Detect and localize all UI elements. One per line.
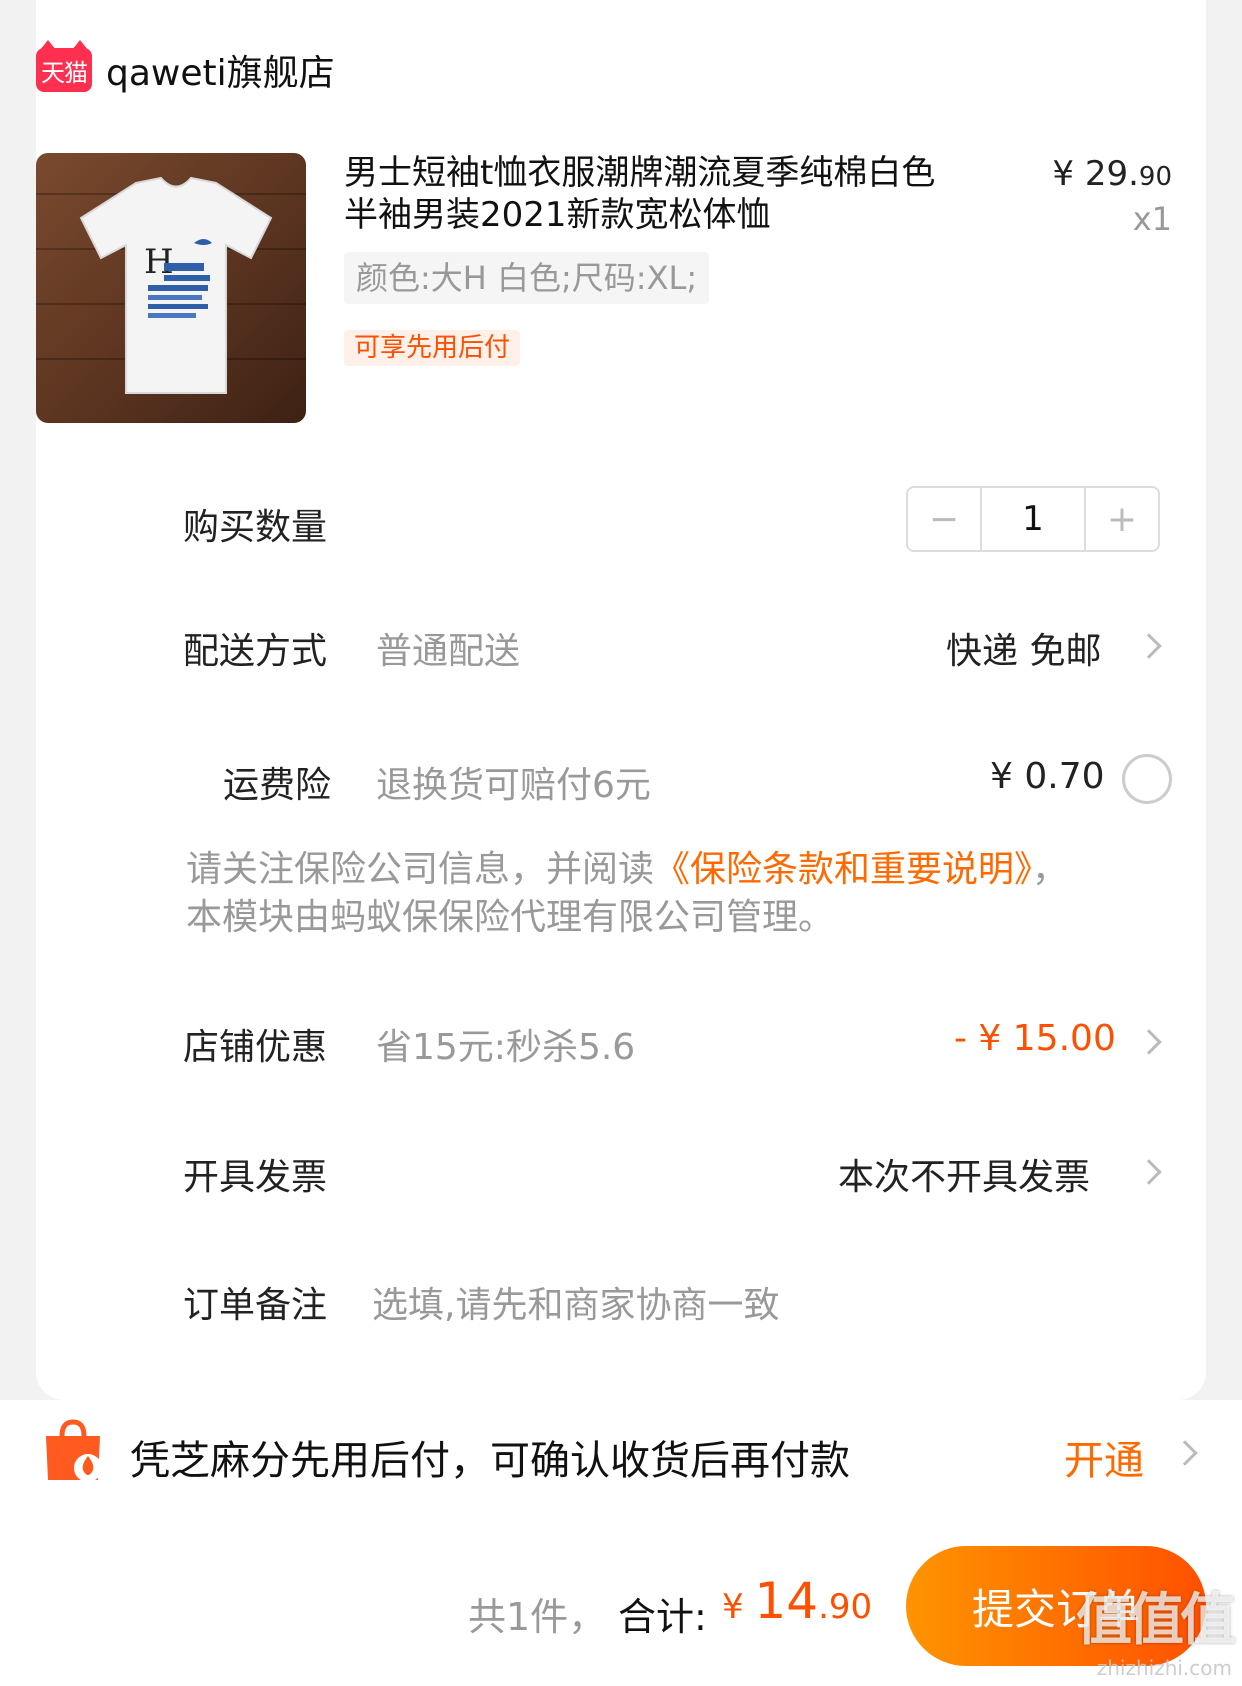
quantity-label: 购买数量: [183, 507, 328, 548]
delivery-value[interactable]: 快递 免邮: [946, 622, 1101, 674]
shopping-bag-icon: [46, 1419, 102, 1482]
note-input[interactable]: 选填,请先和商家协商一致: [372, 1276, 779, 1328]
quantity-stepper: − 1 +: [906, 486, 1160, 552]
total-yen: ¥: [722, 1587, 755, 1627]
product-thumbnail[interactable]: H: [36, 153, 306, 423]
store-header[interactable]: 天猫 qaweti旗舰店: [36, 40, 335, 94]
decrease-button[interactable]: −: [908, 488, 980, 550]
total-price: ¥ 14.90: [722, 1572, 872, 1630]
delivery-label: 配送方式: [183, 631, 328, 672]
tmall-logo: 天猫: [36, 40, 92, 92]
total-int: 14: [754, 1572, 819, 1630]
store-name: qaweti旗舰店: [106, 53, 335, 94]
price-decimal: 90: [1138, 162, 1172, 192]
pay-later-tag: 可享先用后付: [344, 330, 521, 366]
note-label: 订单备注: [183, 1285, 328, 1326]
invoice-value[interactable]: 本次不开具发票: [838, 1148, 1090, 1200]
discount-sub: 省15元:秒杀5.6: [376, 1027, 636, 1068]
increase-button[interactable]: +: [1086, 488, 1158, 550]
insurance-radio[interactable]: [1122, 754, 1172, 804]
item-count: 共1件，: [468, 1595, 607, 1639]
watermark-logo: 值值值: [1076, 1588, 1236, 1653]
insurance-label: 运费险: [223, 765, 332, 806]
invoice-label: 开具发票: [183, 1157, 328, 1198]
price-main: ¥ 29.: [1052, 154, 1139, 194]
open-button[interactable]: 开通: [1064, 1428, 1144, 1486]
total-label: 合计:: [618, 1595, 707, 1639]
delivery-sub: 普通配送: [376, 631, 521, 672]
notice-prefix: 请关注保险公司信息，并阅读: [186, 849, 655, 890]
quantity-input[interactable]: 1: [980, 488, 1086, 550]
insurance-price: ¥ 0.70: [990, 756, 1105, 797]
discount-value[interactable]: - ¥ 15.00: [954, 1018, 1116, 1059]
insurance-notice: 请关注保险公司信息，并阅读《保险条款和重要说明》，本模块由蚂蚁保保险代理有限公司…: [186, 846, 1086, 942]
product-price: ¥ 29.90: [1052, 154, 1172, 194]
watermark: 值值值 zhizhizhi.com: [1076, 1575, 1236, 1680]
product-quantity: x1: [1132, 200, 1172, 238]
product-title[interactable]: 男士短袖t恤衣服潮牌潮流夏季纯棉白色半袖男装2021新款宽松体恤: [344, 152, 964, 236]
watermark-url: zhizhizhi.com: [1096, 1656, 1232, 1680]
discount-label: 店铺优惠: [183, 1027, 328, 1068]
tshirt-image: H: [79, 176, 273, 394]
total-decimal: .90: [818, 1587, 873, 1627]
product-spec[interactable]: 颜色:大H 白色;尺码:XL;: [344, 252, 710, 304]
insurance-terms-link[interactable]: 《保险条款和重要说明》: [654, 849, 1032, 890]
pay-later-text: 凭芝麻分先用后付，可确认收货后再付款: [130, 1438, 850, 1484]
insurance-sub: 退换货可赔付6元: [376, 765, 651, 806]
